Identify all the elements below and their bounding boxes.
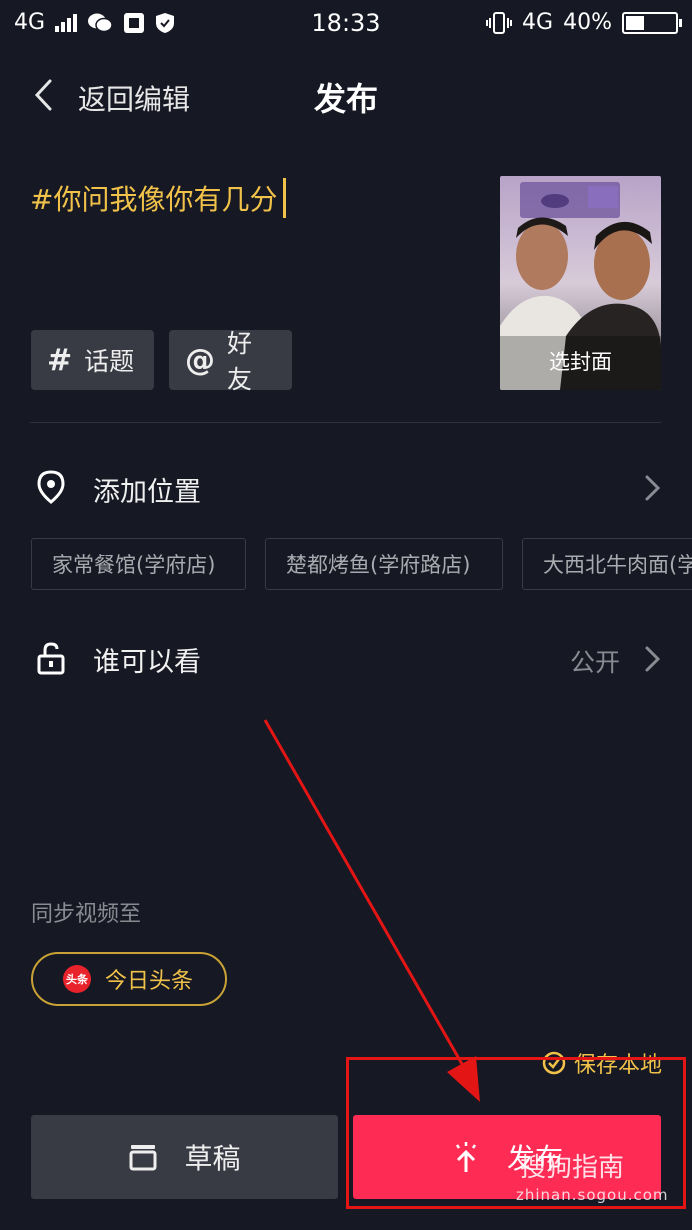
draft-box-icon: [129, 1145, 157, 1171]
privacy-value: 公开: [569, 648, 620, 677]
draft-button[interactable]: 草稿: [31, 1115, 338, 1199]
topic-label: 话题: [84, 347, 135, 376]
chevron-right-icon[interactable]: [644, 474, 662, 502]
toutiao-logo-icon: 头条: [63, 965, 91, 993]
location-suggestion[interactable]: 大西北牛肉面(学: [522, 538, 692, 590]
status-bar: 4G 18:33 4G 40%: [0, 0, 692, 46]
at-icon: @: [185, 342, 215, 378]
location-suggestion[interactable]: 家常餐馆(学府店): [31, 538, 246, 590]
hashtag-icon: #: [47, 342, 73, 378]
battery-percent: 40%: [563, 10, 612, 35]
caption-text: #你问我像你有几分: [30, 183, 278, 216]
draft-label: 草稿: [184, 1142, 241, 1175]
mention-friend-button[interactable]: @ 好友: [169, 329, 292, 394]
watermark-brand: 搜狗指南: [520, 1153, 625, 1183]
cover-label: 选封面: [549, 350, 612, 374]
location-pin-icon: [37, 470, 65, 504]
friend-label: 好友: [227, 329, 253, 394]
status-right: 4G 40%: [486, 10, 682, 35]
page-title: 发布: [313, 80, 378, 118]
network-type-right: 4G: [522, 10, 554, 35]
location-suggestion[interactable]: 楚都烤鱼(学府路店): [265, 538, 503, 590]
sync-label: 同步视频至: [31, 902, 142, 927]
text-cursor: [283, 178, 287, 218]
who-can-view-button[interactable]: 谁可以看: [93, 640, 201, 679]
toutiao-sync-toggle[interactable]: 头条 今日头条: [31, 952, 227, 1006]
vibrate-icon: [486, 11, 513, 34]
toutiao-label: 今日头条: [105, 969, 194, 994]
divider: [30, 422, 661, 423]
caption-input[interactable]: #你问我像你有几分: [30, 178, 287, 218]
add-location-button[interactable]: 添加位置: [93, 470, 201, 509]
topic-button[interactable]: # 话题: [31, 330, 154, 390]
unlock-icon: [37, 642, 65, 675]
battery-icon: [622, 11, 682, 34]
watermark-url: zhinan.sogou.com: [516, 1186, 669, 1204]
chevron-right-icon[interactable]: [644, 645, 662, 673]
cover-selector[interactable]: 选封面: [500, 176, 661, 390]
